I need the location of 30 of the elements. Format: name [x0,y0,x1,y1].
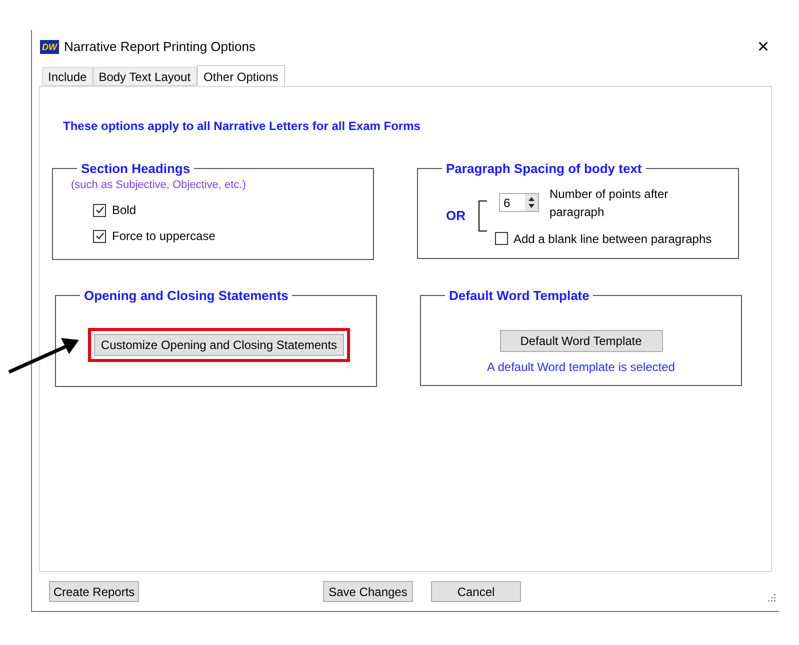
group-title: Opening and Closing Statements [83,287,290,305]
template-status: A default Word template is selected [487,358,675,376]
checkbox-label: Bold [112,202,136,219]
resize-grip-icon [768,594,776,602]
close-button[interactable]: × [757,37,769,57]
checkbox[interactable] [495,232,508,245]
or-label: OR [446,207,466,226]
group-title: Paragraph Spacing of body text [445,160,643,178]
app-logo: DW [40,40,59,54]
checkbox-label: Force to uppercase [112,228,216,245]
group-title: Section Headings [80,160,192,178]
checkbox[interactable] [93,230,106,242]
note-text: (such as Subjective, Objective, etc.) [71,178,247,192]
intro-text: These options apply to all Narrative Letters for all Exam Forms [63,118,422,135]
footer-button[interactable]: Save Changes [323,581,413,602]
group-title: Default Word Template [448,287,590,305]
checkbox[interactable] [93,204,106,216]
checkbox-label: Add a blank line between paragraphs [513,230,712,248]
spin-field[interactable]: 6 [499,193,540,212]
template-button[interactable]: Default Word Template [500,330,662,352]
spin-arrows-icon[interactable] [525,194,538,211]
tab[interactable]: Other Options [196,65,286,87]
tab[interactable]: Include [42,67,93,86]
footer-button[interactable]: Create Reports [49,581,139,602]
customize-button[interactable]: Customize Opening and Closing Statements [94,334,344,356]
spin-label: Number of points after paragraph [549,186,670,220]
footer-button[interactable]: Cancel [431,581,521,602]
window-title: Narrative Report Printing Options [64,38,256,56]
bracket-icon [478,200,488,232]
tab[interactable]: Body Text Layout [92,67,197,86]
